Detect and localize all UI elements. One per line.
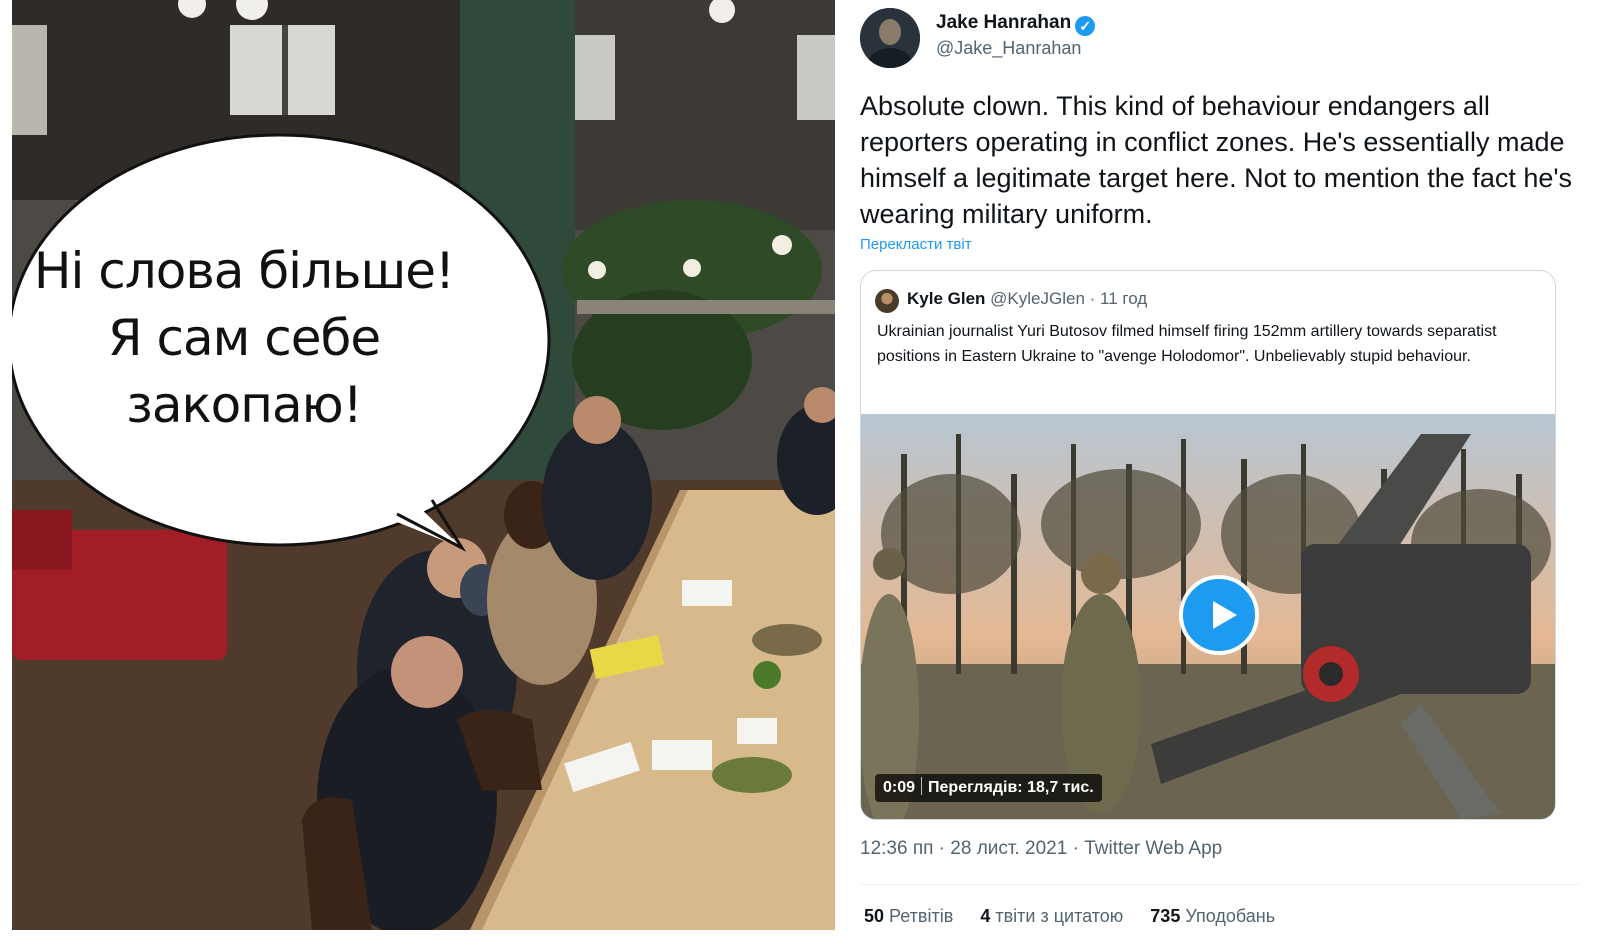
quoted-author-name[interactable]: Kyle Glen <box>907 289 985 308</box>
tweet-timestamp[interactable]: 12:36 пп · 28 лист. 2021 · Twitter Web A… <box>860 838 1222 860</box>
quoted-tweet-text: Ukrainian journalist Yuri Butosov filmed… <box>877 323 1497 365</box>
quoted-author-handle: @KyleJGlen <box>990 289 1085 308</box>
video-player[interactable]: 0:09 Переглядів: 18,7 тис. <box>861 414 1555 819</box>
quoted-tweet[interactable]: Kyle Glen @KyleJGlen · 11 год Ukrainian … <box>860 270 1556 820</box>
translate-tweet-link[interactable]: Перекласти твіт <box>860 236 972 253</box>
verified-badge-icon: ✓ <box>1075 16 1096 36</box>
likes-count: 735 <box>1150 906 1181 926</box>
speech-bubble-line: закопаю! <box>126 376 362 434</box>
video-duration: 0:09 <box>883 779 916 796</box>
author-handle[interactable]: @Jake_Hanrahan <box>936 38 1081 59</box>
likes-label: Уподобань <box>1185 906 1276 926</box>
retweets-count: 50 <box>864 906 885 926</box>
speech-bubble-line: Ні слова більше! <box>33 242 455 300</box>
quoted-tweet-header: Kyle Glen @KyleJGlen · 11 год <box>907 289 1147 309</box>
retweets-label: Ретвітів <box>889 906 954 926</box>
meeting-room-illustration <box>12 0 835 930</box>
tweet-body: Absolute clown. This kind of behaviour e… <box>860 91 1573 229</box>
video-info-badge: 0:09 Переглядів: 18,7 тис. <box>875 774 1102 802</box>
quoted-author-avatar[interactable] <box>875 289 899 313</box>
divider <box>860 884 1580 885</box>
speech-bubble-line: Я сам себе <box>107 309 381 367</box>
play-button[interactable] <box>1179 575 1259 655</box>
video-views: Переглядів: 18,7 тис. <box>928 779 1094 796</box>
meme-photo: Ні слова більше! Я сам себе закопаю! <box>12 0 835 930</box>
quoted-tweet-time: · 11 год <box>1089 289 1148 308</box>
author-name-text[interactable]: Jake Hanrahan <box>936 12 1071 33</box>
badge-divider <box>921 777 923 795</box>
quotes-count: 4 <box>980 906 991 926</box>
quotes-label: твіти з цитатою <box>995 906 1124 926</box>
tweet-card: Jake Hanrahan ✓ @Jake_Hanrahan Absolute c… <box>836 0 1600 930</box>
tweet-stats: 50 Ретвітів 4 твіти з цитатою 735 Уподоб… <box>864 906 1297 927</box>
speech-bubble-text: Ні слова більше! Я сам себе закопаю! <box>24 238 464 439</box>
avatar-portrait-icon <box>860 8 920 68</box>
author-name[interactable]: Jake Hanrahan ✓ <box>936 12 1096 36</box>
likes-stat[interactable]: 735 Уподобань <box>1150 906 1275 926</box>
quote-tweets-stat[interactable]: 4 твіти з цитатою <box>980 906 1123 926</box>
retweets-stat[interactable]: 50 Ретвітів <box>864 906 953 926</box>
author-avatar[interactable] <box>860 8 920 68</box>
